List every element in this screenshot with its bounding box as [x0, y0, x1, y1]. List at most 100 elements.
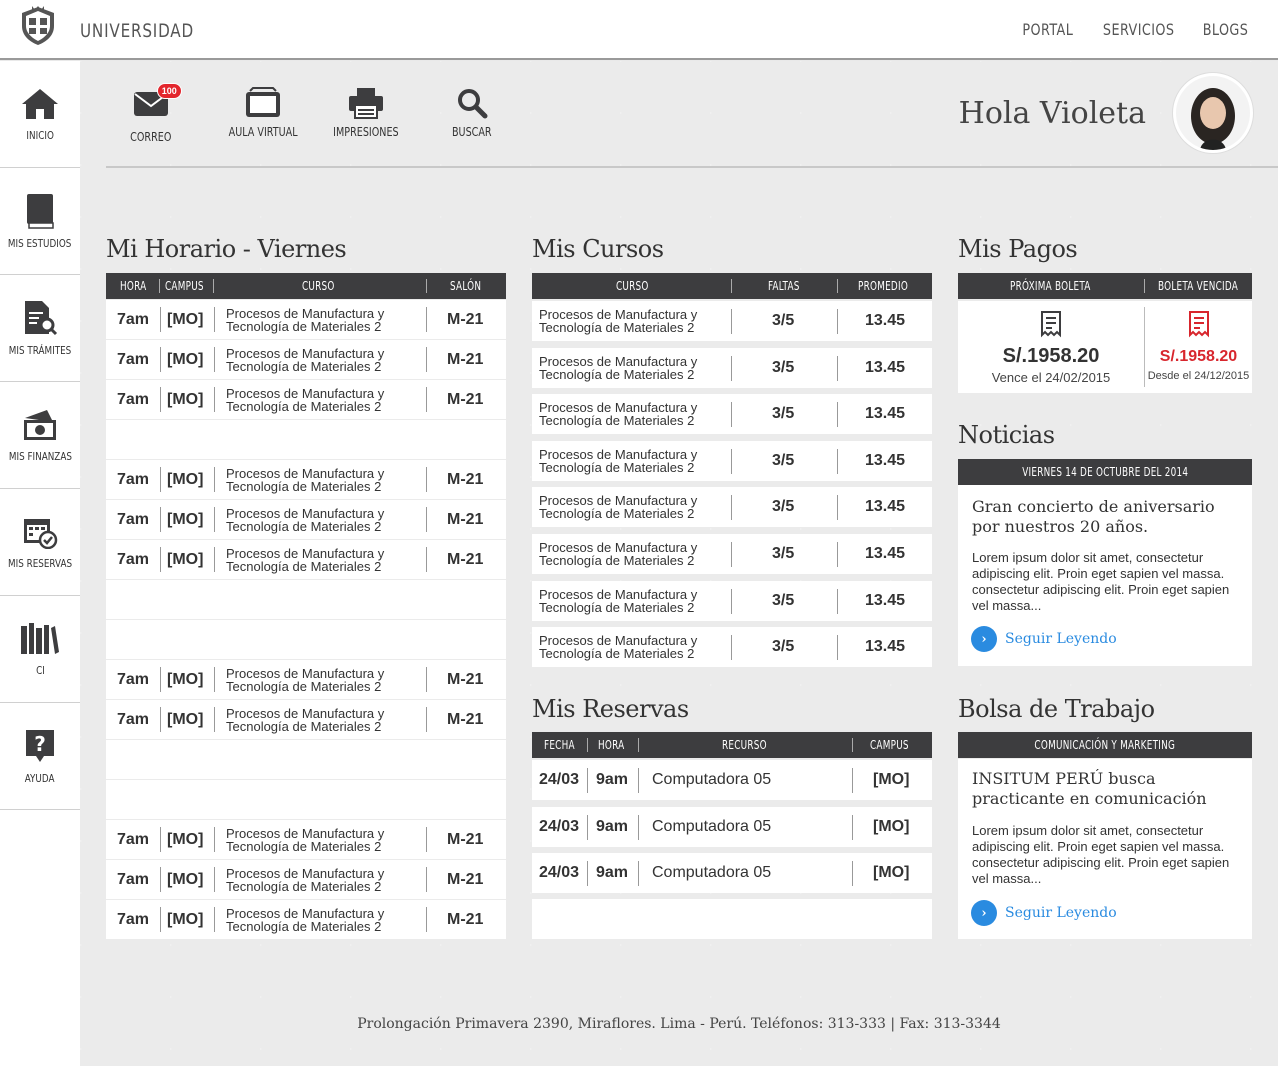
- svg-text:?: ?: [34, 732, 46, 756]
- proxima-boleta[interactable]: S/.1958.20 Vence el 24/02/2015: [958, 301, 1144, 393]
- sidebar-item-mis-reservas[interactable]: MIS RESERVAS: [0, 489, 80, 596]
- schedule-row[interactable]: 7am [MO] Procesos de Manufactura y Tecnolo…: [106, 820, 506, 859]
- course-row[interactable]: Procesos de Manufactura y Tecnología de …: [532, 487, 932, 528]
- course-row[interactable]: Procesos de Manufactura y Tecnología de …: [532, 394, 932, 435]
- cell-hora: 9am: [596, 817, 629, 835]
- cell-separator: [852, 861, 853, 886]
- cell-curso: Procesos de Manufactura y Tecnología de …: [539, 446, 698, 475]
- cell-campus: [MO]: [167, 710, 204, 728]
- cell-hora: 7am: [117, 550, 150, 568]
- noticias-date: VIERNES 14 DE OCTUBRE DEL 2014: [1021, 465, 1189, 479]
- cell-separator: [160, 867, 161, 892]
- cell-separator: [587, 814, 588, 840]
- cell-campus: [MO]: [873, 864, 910, 881]
- bolsa-body: Lorem ipsum dolor sit amet, consectetur …: [972, 823, 1230, 886]
- cell-fecha: 24/03: [539, 817, 580, 835]
- schedule-row[interactable]: 7am [MO] Procesos de Manufactura y Tecnolo…: [106, 900, 506, 939]
- course-row[interactable]: Procesos de Manufactura y Tecnología de …: [532, 301, 932, 341]
- cell-promedio: 13.45: [865, 498, 906, 516]
- schedule-row[interactable]: 7am [MO] Procesos de Manufactura y Tecnolo…: [106, 700, 506, 739]
- sidebar-item-mis-tramites[interactable]: MIS TRÁMITES: [0, 275, 80, 382]
- document-search-icon: [25, 300, 58, 335]
- avatar[interactable]: [1173, 73, 1253, 153]
- nav-blogs[interactable]: BLOGS: [1203, 20, 1249, 39]
- cell-separator: [852, 814, 853, 840]
- quick-impresiones[interactable]: IMPRESIONES: [325, 87, 407, 139]
- course-row[interactable]: Procesos de Manufactura y Tecnología de …: [532, 347, 932, 388]
- col-fecha: FECHA: [544, 738, 575, 752]
- cell-faltas: 3/5: [772, 312, 795, 329]
- boleta-vencida[interactable]: S/.1958.20 Desde el 24/12/2015: [1145, 301, 1252, 393]
- course-row[interactable]: Procesos de Manufactura y Tecnología de …: [532, 440, 932, 481]
- cell-recurso: Computadora 05: [652, 771, 772, 788]
- cell-separator: [426, 507, 427, 532]
- course-row[interactable]: Procesos de Manufactura y Tecnología de …: [532, 534, 932, 574]
- cell-faltas: 3/5: [772, 405, 795, 423]
- schedule-empty-row: [106, 580, 506, 619]
- quick-label: CORREO: [130, 130, 172, 144]
- monitor-icon: [246, 87, 281, 117]
- bolsa-header: COMUNICACIÓN Y MARKETING: [958, 732, 1252, 758]
- cell-hora: 7am: [117, 470, 150, 488]
- cell-separator: [426, 547, 427, 572]
- reserva-row[interactable]: 24/03 9am Computadora 05 [MO]: [532, 760, 932, 800]
- reserva-row[interactable]: 24/03 9am Computadora 05 [MO]: [532, 853, 932, 893]
- cell-separator: [837, 635, 838, 661]
- vencida-amount: S/.1958.20: [1159, 348, 1238, 365]
- schedule-row[interactable]: 7am [MO] Procesos de Manufactura y Tecnolo…: [106, 860, 506, 899]
- col-campus: CAMPUS: [870, 738, 909, 752]
- cell-separator: [837, 355, 838, 381]
- course-row[interactable]: Procesos de Manufactura y Tecnología de …: [532, 580, 932, 621]
- schedule-row[interactable]: 7am [MO] Procesos de Manufactura y Tecnolo…: [106, 380, 506, 419]
- sidebar-item-ci[interactable]: CI: [0, 596, 80, 703]
- schedule-row[interactable]: 7am [MO] Procesos de Manufactura y Tecnolo…: [106, 460, 506, 499]
- header-separator: [837, 279, 838, 293]
- cell-separator: [214, 467, 215, 492]
- cell-curso: Procesos de Manufactura y Tecnología de …: [226, 305, 385, 334]
- read-more-label: Seguir Leyendo: [1005, 631, 1117, 647]
- top-bar: UNIVERSIDAD PORTAL SERVICIOS BLOGS: [0, 0, 1278, 60]
- sidebar-item-mis-finanzas[interactable]: MIS FINANZAS: [0, 382, 80, 489]
- quick-buscar[interactable]: BUSCAR: [447, 87, 497, 139]
- cell-salon: M-21: [447, 550, 484, 568]
- cell-separator: [214, 827, 215, 852]
- schedule-row[interactable]: 7am [MO] Procesos de Manufactura y Tecnolo…: [106, 660, 506, 699]
- nav-servicios[interactable]: SERVICIOS: [1103, 20, 1174, 39]
- proxima-amount: S/.1958.20: [1002, 345, 1100, 367]
- nav-portal[interactable]: PORTAL: [1022, 20, 1073, 39]
- cell-curso: Procesos de Manufactura y Tecnología de …: [226, 345, 385, 374]
- noticias-read-more[interactable]: › Seguir Leyendo: [971, 626, 1117, 652]
- quick-correo[interactable]: 100 CORREO: [125, 83, 182, 144]
- cell-promedio: 13.45: [865, 591, 906, 609]
- sidebar-item-label: INICIO: [26, 128, 54, 142]
- cell-faltas: 3/5: [772, 498, 795, 516]
- cell-separator: [731, 355, 732, 381]
- course-row[interactable]: Procesos de Manufactura y Tecnología de …: [532, 627, 932, 668]
- cell-separator: [214, 707, 215, 732]
- cell-curso: Procesos de Manufactura y Tecnología de …: [539, 400, 698, 429]
- cell-recurso: Computadora 05: [652, 817, 772, 835]
- cell-campus: [MO]: [167, 310, 204, 328]
- cell-separator: [638, 768, 639, 793]
- bolsa-read-more[interactable]: › Seguir Leyendo: [971, 900, 1117, 926]
- reserva-row[interactable]: 24/03 9am Computadora 05 [MO]: [532, 806, 932, 847]
- schedule-row[interactable]: 7am [MO] Procesos de Manufactura y Tecnolo…: [106, 500, 506, 539]
- cell-separator: [214, 387, 215, 412]
- cell-separator: [160, 827, 161, 852]
- schedule-row[interactable]: 7am [MO] Procesos de Manufactura y Tecnolo…: [106, 340, 506, 379]
- pagos-title: Mis Pagos: [958, 235, 1078, 263]
- cell-curso: Procesos de Manufactura y Tecnología de …: [226, 665, 385, 694]
- quick-aula-virtual[interactable]: AULA VIRTUAL: [220, 87, 306, 139]
- cell-campus: [MO]: [167, 470, 204, 488]
- cell-curso: Procesos de Manufactura y Tecnología de …: [226, 865, 385, 894]
- schedule-row[interactable]: 7am [MO] Procesos de Manufactura y Tecnolo…: [106, 540, 506, 579]
- cell-separator: [837, 309, 838, 334]
- schedule-row[interactable]: 7am [MO] Procesos de Manufactura y Tecnolo…: [106, 300, 506, 339]
- header-separator: [638, 738, 639, 752]
- sidebar-item-ayuda[interactable]: ? AYUDA: [0, 703, 80, 810]
- noticias-body: Lorem ipsum dolor sit amet, consectetur …: [972, 550, 1230, 613]
- home-icon: [22, 88, 58, 119]
- cell-promedio: 13.45: [865, 312, 906, 329]
- sidebar-item-inicio[interactable]: INICIO: [0, 61, 80, 168]
- sidebar-item-mis-estudios[interactable]: MIS ESTUDIOS: [0, 168, 80, 275]
